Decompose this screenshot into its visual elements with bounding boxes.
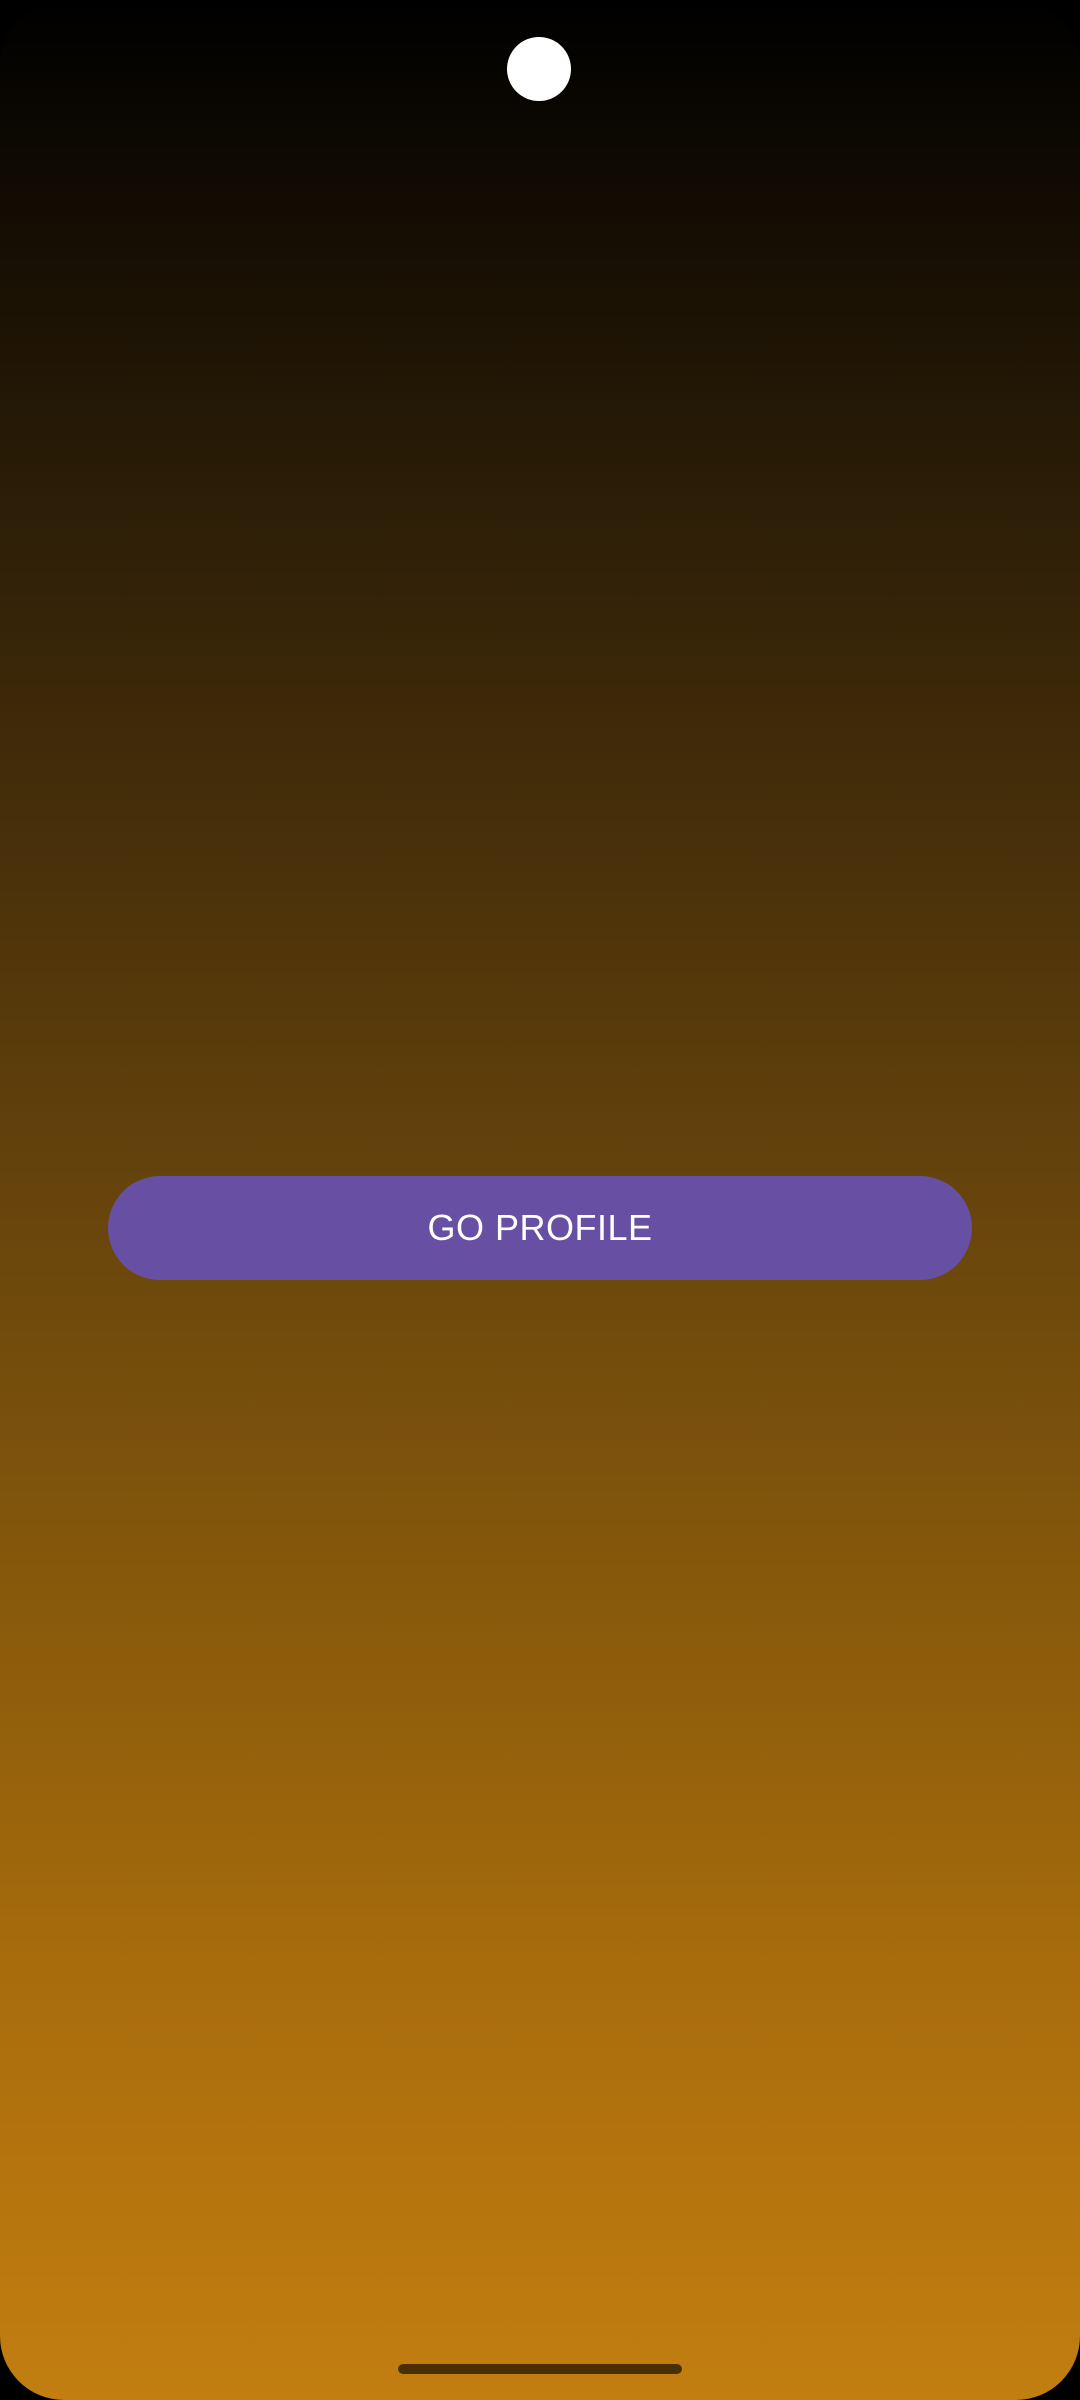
status-bar <box>0 0 1080 120</box>
go-profile-button[interactable]: GO PROFILE <box>108 1176 972 1280</box>
front-camera-icon <box>507 37 571 101</box>
app-screen: GO PROFILE <box>0 0 1080 2400</box>
gesture-nav-handle[interactable] <box>398 2364 682 2374</box>
go-profile-button-label: GO PROFILE <box>427 1207 653 1248</box>
